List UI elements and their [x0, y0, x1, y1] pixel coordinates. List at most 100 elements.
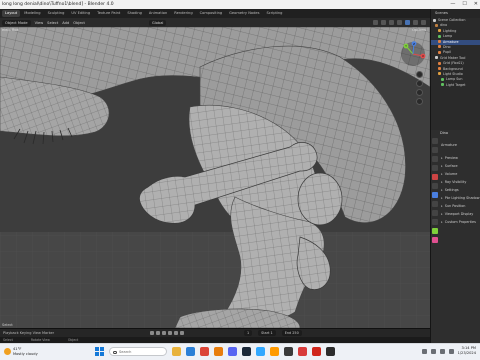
tab-uv-editing[interactable]: UV Editing: [68, 10, 93, 17]
wifi-icon[interactable]: [430, 348, 436, 354]
jump-start-icon[interactable]: [150, 331, 154, 335]
gizmo-toggle-icon[interactable]: [381, 20, 386, 25]
edge-icon[interactable]: [186, 347, 195, 356]
material-shading-icon[interactable]: [413, 20, 418, 25]
outliner-header[interactable]: Scenes: [431, 9, 480, 18]
end-frame-field[interactable]: End 250: [281, 330, 302, 336]
steam-icon[interactable]: [242, 347, 251, 356]
view-menu[interactable]: View: [35, 21, 44, 25]
minimize-button[interactable]: —: [450, 0, 455, 9]
rendered-shading-icon[interactable]: [421, 20, 426, 25]
prev-key-icon[interactable]: [156, 331, 160, 335]
chevron-up-icon[interactable]: [421, 348, 427, 354]
tool-tab-icon[interactable]: [432, 138, 438, 144]
properties-row[interactable]: ▸ Pbr Lighting Shadow: [441, 196, 480, 200]
properties-row[interactable]: ▸ Surface: [441, 164, 458, 168]
next-key-icon[interactable]: [174, 331, 178, 335]
properties-row[interactable]: ▸ Sun Position: [441, 204, 465, 208]
tab-scripting[interactable]: Scripting: [263, 10, 285, 17]
clock[interactable]: 3:14 PM 1/23/2024: [458, 346, 476, 356]
blender-icon[interactable]: [214, 347, 223, 356]
outliner-row-label: Pupil: [443, 50, 451, 55]
properties-context: Armature: [441, 143, 457, 147]
scene-tab-icon[interactable]: [432, 165, 438, 171]
illustrator-icon[interactable]: [270, 347, 279, 356]
particles-tab-icon[interactable]: [432, 201, 438, 207]
properties-row-label: Custom Properties: [444, 220, 476, 224]
constraints-tab-icon[interactable]: [432, 219, 438, 225]
timeline-menus[interactable]: Playback Keying View Marker: [0, 331, 120, 335]
properties-row[interactable]: ▸ Custom Properties: [441, 220, 476, 224]
photoshop-icon[interactable]: [256, 347, 265, 356]
properties-row[interactable]: ▸ Viewport Display: [441, 212, 473, 216]
jump-end-icon[interactable]: [180, 331, 184, 335]
modifier-tab-icon[interactable]: [432, 192, 438, 198]
options-dropdown[interactable]: Options: [412, 28, 426, 32]
tab-animation[interactable]: Animation: [146, 10, 170, 17]
material-tab-icon[interactable]: [432, 237, 438, 243]
close-button[interactable]: ✕: [474, 0, 478, 9]
status-hint-rotate: Rotate View: [30, 338, 50, 342]
start-icon[interactable]: [95, 347, 104, 356]
substance-icon[interactable]: [298, 347, 307, 356]
data-tab-icon[interactable]: [432, 228, 438, 234]
battery-icon[interactable]: [448, 348, 454, 354]
properties-row[interactable]: ▸ Volume: [441, 172, 457, 176]
light-icon: [441, 77, 444, 81]
tab-rendering[interactable]: Rendering: [171, 10, 195, 17]
play-reverse-icon[interactable]: [162, 331, 166, 335]
navigation-gizmo[interactable]: X Y Z: [400, 41, 426, 67]
expand-arrow-icon: ▸: [441, 188, 443, 192]
gizmo-y-label: Y: [405, 44, 407, 48]
start-frame-field[interactable]: Start 1: [258, 330, 276, 336]
acrobat-icon[interactable]: [312, 347, 321, 356]
terminal-icon[interactable]: [326, 347, 335, 356]
object-tab-icon[interactable]: [432, 183, 438, 189]
weather-widget[interactable]: 41°F Mostly cloudy: [4, 347, 38, 356]
tab-texture-paint[interactable]: Texture Paint: [94, 10, 123, 17]
physics-tab-icon[interactable]: [432, 210, 438, 216]
mode-selector[interactable]: Object Mode: [2, 19, 31, 26]
tab-compositing[interactable]: Compositing: [197, 10, 226, 17]
tab-shading[interactable]: Shading: [124, 10, 145, 17]
taskbar-search[interactable]: Search: [109, 347, 167, 356]
overlay-toggle-icon[interactable]: [389, 20, 394, 25]
perspective-toggle-icon[interactable]: [416, 98, 423, 105]
outliner-row[interactable]: Light Target: [431, 83, 480, 88]
add-menu[interactable]: Add: [62, 21, 69, 25]
solid-shading-icon[interactable]: [405, 20, 410, 25]
tab-geometry-nodes[interactable]: Geometry Nodes: [226, 10, 262, 17]
output-tab-icon[interactable]: [432, 156, 438, 162]
3d-viewport[interactable]: elect Box Options X Y Z Select: [0, 27, 430, 328]
discord-icon[interactable]: [228, 347, 237, 356]
start-value: 1: [270, 331, 273, 335]
zoom-icon[interactable]: [416, 71, 423, 78]
pan-icon[interactable]: [416, 80, 423, 87]
system-tray: 3:14 PM 1/23/2024: [421, 346, 476, 356]
current-frame-field[interactable]: 1: [244, 330, 253, 336]
play-icon[interactable]: [168, 331, 172, 335]
volume-icon[interactable]: [439, 348, 445, 354]
properties-row[interactable]: ▸ Settings: [441, 188, 459, 192]
visibility-icon[interactable]: [373, 20, 378, 25]
chrome-icon[interactable]: [200, 347, 209, 356]
xray-icon[interactable]: [397, 20, 402, 25]
transform-pivot-dropdown[interactable]: Global: [148, 19, 167, 26]
properties-row[interactable]: ▸ Ray Visibility: [441, 180, 466, 184]
tab-layout[interactable]: Layout: [2, 10, 21, 17]
tab-sculpting[interactable]: Sculpting: [45, 10, 68, 17]
select-menu[interactable]: Select: [47, 21, 58, 25]
outliner-row-label: Scene Collection: [438, 18, 466, 22]
properties-row-label: Preview: [444, 156, 458, 160]
tab-modeling[interactable]: Modeling: [21, 10, 43, 17]
file-explorer-icon[interactable]: [172, 347, 181, 356]
camera-view-icon[interactable]: [416, 89, 423, 96]
world-tab-icon[interactable]: [432, 174, 438, 180]
render-tab-icon[interactable]: [432, 147, 438, 153]
object-menu[interactable]: Object: [73, 21, 85, 25]
mesh-icon: [438, 50, 441, 54]
properties-row[interactable]: ▸ Preview: [441, 156, 458, 160]
maximize-button[interactable]: ☐: [462, 0, 466, 9]
outliner-row-label: Armature: [443, 39, 459, 44]
zbrush-icon[interactable]: [284, 347, 293, 356]
